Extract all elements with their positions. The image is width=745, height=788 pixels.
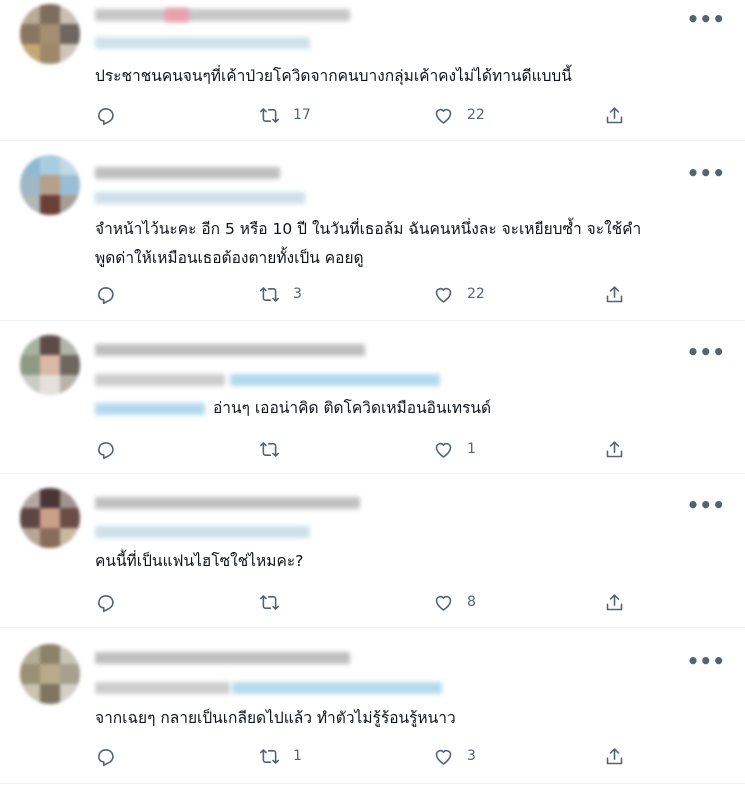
reply-button[interactable] [95,591,129,613]
like-icon [435,595,452,611]
tweet-actions: 1 [95,438,635,460]
retweet-button[interactable] [259,438,293,460]
more-icon[interactable]: ••• [687,342,725,362]
blurred-link [232,682,442,694]
tweet-actions: 3 22 [95,283,635,305]
reply-icon [98,594,114,612]
share-button[interactable] [604,283,625,305]
tweet-actions: 1 3 [95,745,635,767]
like-button[interactable]: 22 [433,283,485,305]
reply-icon [98,107,114,125]
reply-icon [98,441,114,459]
share-button[interactable] [604,591,625,613]
retweet-button[interactable]: 17 [259,104,311,126]
retweet-icon [259,107,280,123]
tweet[interactable]: ••• จากเฉยๆ กลายเป็นเกลียดไปแล้ว ทำตัวไม… [0,628,745,784]
reply-feed: ••• ประชาชนคนจนๆที่เค้าป่วยโควิดจากคนบาง… [0,0,745,788]
share-icon [606,285,623,302]
tweet[interactable]: ••• อ่านๆ เออน่าคิด ติดโควิดเหมือนอินเทร… [0,321,745,474]
share-button[interactable] [604,104,625,126]
blurred-handle [95,37,310,49]
tweet-text: อ่านๆ เออน่าคิด ติดโควิดเหมือนอินเทรนด์ [213,399,492,417]
like-button[interactable]: 22 [433,104,485,126]
like-button[interactable]: 3 [433,745,476,767]
blurred-handle [95,682,230,694]
like-count: 1 [467,441,476,457]
share-icon [606,747,623,764]
tweet-actions: 8 [95,591,635,613]
like-button[interactable]: 8 [433,591,476,613]
share-icon [606,106,623,123]
tweet-actions: 17 22 [95,104,635,126]
retweet-button[interactable]: 3 [259,283,302,305]
retweet-count: 17 [293,107,311,123]
like-count: 3 [467,748,476,764]
like-icon [435,287,452,303]
blurred-display-name [95,344,365,356]
blurred-handle [95,374,225,386]
blurred-mention [95,403,205,415]
more-icon[interactable]: ••• [687,163,725,183]
retweet-icon [259,594,280,610]
reply-button[interactable] [95,104,129,126]
avatar[interactable] [20,335,80,395]
blurred-display-name [95,497,360,509]
retweet-count: 3 [293,286,302,302]
retweet-button[interactable] [259,591,293,613]
blurred-display-name [95,167,280,179]
blurred-handle [95,192,305,204]
tweet-text: คนนี้ที่เป็นแฟนไฮโซใช่ไหมคะ? [95,552,304,570]
reply-button[interactable] [95,438,129,460]
avatar[interactable] [20,4,80,64]
more-icon[interactable]: ••• [687,495,725,515]
blurred-handle [95,526,310,538]
tweet[interactable]: ••• คนนี้ที่เป็นแฟนไฮโซใช่ไหมคะ? 8 [0,474,745,628]
share-button[interactable] [604,438,625,460]
reply-button[interactable] [95,283,129,305]
blurred-display-name [95,652,350,664]
avatar[interactable] [20,488,80,548]
tweet[interactable]: ••• ประชาชนคนจนๆที่เค้าป่วยโควิดจากคนบาง… [0,0,745,141]
share-button[interactable] [604,745,625,767]
like-count: 22 [467,107,485,123]
reply-button[interactable] [95,745,129,767]
like-count: 8 [467,594,476,610]
tweet-text: จากเฉยๆ กลายเป็นเกลียดไปแล้ว ทำตัวไม่รู้… [95,709,456,727]
share-icon [606,593,623,610]
blurred-badge [165,8,189,22]
blurred-display-name [95,9,350,21]
retweet-icon [259,748,280,764]
tweet-text: ประชาชนคนจนๆที่เค้าป่วยโควิดจากคนบางกลุ่… [95,67,572,85]
like-button[interactable]: 1 [433,438,476,460]
retweet-icon [259,286,280,302]
avatar[interactable] [20,155,80,215]
reply-icon [98,286,114,304]
avatar[interactable] [20,644,80,704]
retweet-count: 1 [293,748,302,764]
blurred-link [230,374,440,386]
reply-icon [98,748,114,766]
tweet-text: จำหน้าไว้นะคะ อีก 5 หรือ 10 ปี ในวันที่เ… [95,220,642,267]
tweet[interactable]: ••• จำหน้าไว้นะคะ อีก 5 หรือ 10 ปี ในวัน… [0,141,745,321]
like-icon [435,749,452,765]
more-icon[interactable]: ••• [687,9,725,29]
like-icon [435,442,452,458]
retweet-icon [259,441,280,457]
like-count: 22 [467,286,485,302]
more-icon[interactable]: ••• [687,651,725,671]
share-icon [606,440,623,457]
retweet-button[interactable]: 1 [259,745,302,767]
like-icon [435,108,452,124]
